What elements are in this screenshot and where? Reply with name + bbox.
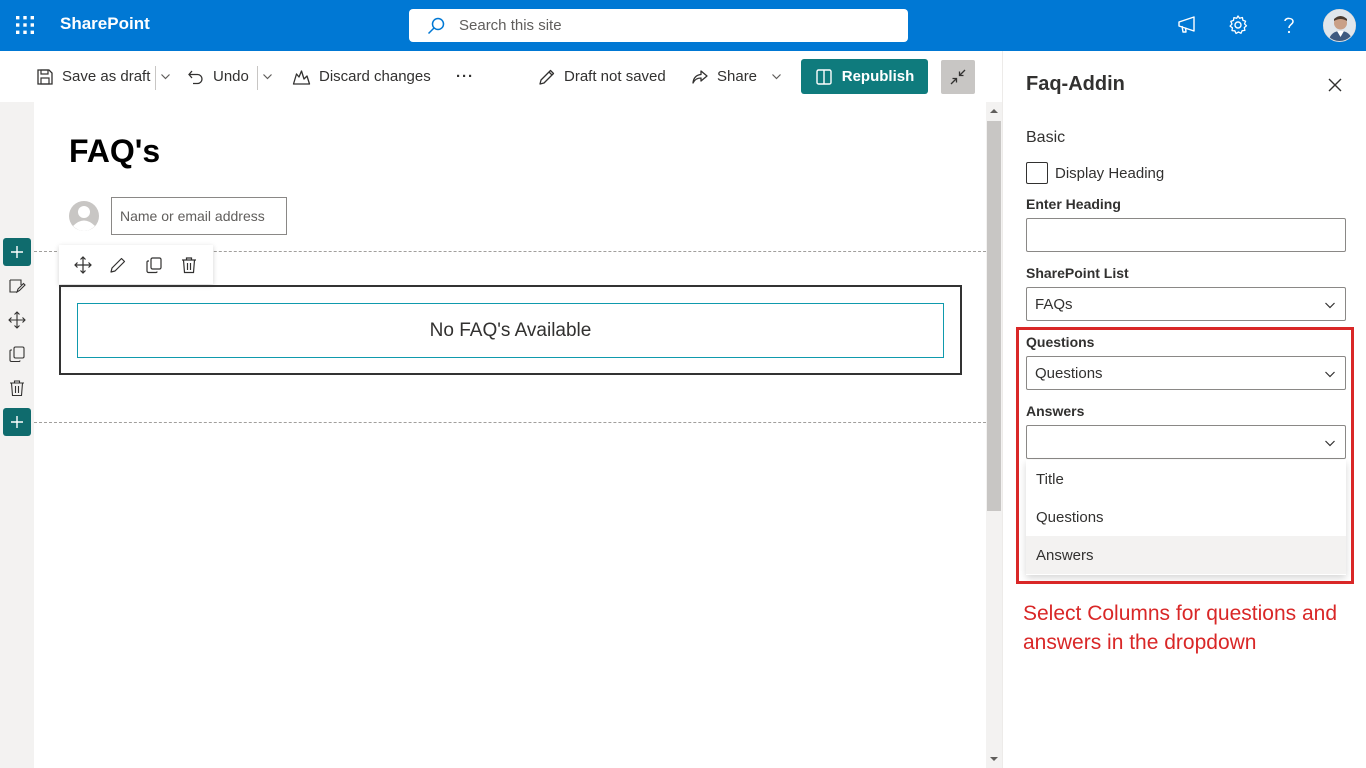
pencil-icon <box>539 69 555 85</box>
save-icon <box>37 68 53 85</box>
collapse-icon <box>950 69 966 85</box>
scroll-down-icon[interactable] <box>986 752 1002 766</box>
enter-heading-label: Enter Heading <box>1026 196 1121 212</box>
heading-text-field[interactable] <box>1026 218 1346 252</box>
scroll-up-icon[interactable] <box>986 104 1002 118</box>
delete-icon[interactable] <box>180 256 198 274</box>
group-title: Basic <box>1026 129 1066 146</box>
display-heading-checkbox[interactable] <box>1026 162 1048 184</box>
search-icon <box>427 17 445 35</box>
delete-icon <box>10 380 24 397</box>
megaphone-icon[interactable] <box>1176 14 1198 36</box>
chevron-down-icon <box>1325 302 1335 309</box>
draft-status: Draft not saved <box>538 51 666 102</box>
search-input[interactable] <box>459 9 889 42</box>
gear-icon[interactable] <box>1227 14 1249 36</box>
highlight-box <box>1016 327 1354 584</box>
display-heading-label[interactable]: Display Heading <box>1055 165 1164 182</box>
share-label: Share <box>717 68 758 85</box>
chevron-down-icon <box>772 74 781 80</box>
book-icon <box>816 68 832 85</box>
sharepoint-list-label: SharePoint List <box>1026 265 1129 281</box>
search-box[interactable] <box>409 9 908 42</box>
section-divider <box>34 422 986 423</box>
command-bar: Save as draft Undo Discard changes ··· D… <box>0 51 1002 102</box>
add-section-button[interactable] <box>3 408 31 436</box>
author-avatar-icon <box>69 201 99 231</box>
chevron-down-icon[interactable] <box>160 71 171 82</box>
separator <box>257 66 258 90</box>
author-input[interactable] <box>111 197 287 235</box>
separator <box>155 66 156 90</box>
sharepoint-list-value: FAQs <box>1035 295 1073 313</box>
move-section-button[interactable] <box>3 306 31 334</box>
edit-pencil-icon[interactable] <box>109 256 127 274</box>
pane-title: Faq-Addin <box>1026 73 1125 95</box>
duplicate-icon <box>9 346 25 363</box>
undo-icon <box>188 70 203 84</box>
suite-bar: SharePoint <box>0 0 1366 51</box>
more-options-label: ··· <box>456 68 474 85</box>
scrollbar-thumb[interactable] <box>987 121 1001 511</box>
brand-name[interactable]: SharePoint <box>60 14 150 34</box>
share-button[interactable]: Share <box>691 51 782 102</box>
edit-section-button[interactable] <box>3 272 31 300</box>
edit-section-icon <box>9 279 26 294</box>
discard-changes-label: Discard changes <box>319 68 431 85</box>
discard-icon <box>292 69 311 85</box>
webpart-toolbar <box>59 245 213 284</box>
annotation-text: Select Columns for questions and answers… <box>1023 602 1338 654</box>
person-photo-icon <box>1324 10 1355 41</box>
page-title[interactable]: FAQ's <box>69 133 160 170</box>
draft-status-label: Draft not saved <box>564 68 666 85</box>
more-options-button[interactable]: ··· <box>456 51 474 102</box>
faq-webpart[interactable]: No FAQ's Available <box>59 285 962 375</box>
plus-icon <box>11 416 23 428</box>
republish-label: Republish <box>841 68 915 85</box>
close-icon[interactable] <box>1325 75 1345 95</box>
sharepoint-list-dropdown[interactable]: FAQs <box>1026 287 1346 321</box>
save-as-draft-button[interactable]: Save as draft <box>36 51 150 102</box>
add-section-button[interactable] <box>3 238 31 266</box>
move-icon <box>8 311 26 329</box>
move-icon[interactable] <box>73 255 92 274</box>
discard-changes-button[interactable]: Discard changes <box>292 51 431 102</box>
collapse-pane-button[interactable] <box>941 60 975 94</box>
duplicate-section-button[interactable] <box>3 340 31 368</box>
user-avatar[interactable] <box>1323 9 1356 42</box>
delete-section-button[interactable] <box>3 374 31 402</box>
plus-icon <box>11 246 23 258</box>
save-as-draft-label: Save as draft <box>62 68 151 85</box>
undo-label: Undo <box>213 68 249 85</box>
republish-button[interactable]: Republish <box>801 59 928 94</box>
app-launcher-icon[interactable] <box>14 14 36 36</box>
chevron-down-icon[interactable] <box>262 71 273 82</box>
empty-faq-message: No FAQ's Available <box>77 303 944 358</box>
help-icon[interactable] <box>1278 14 1300 36</box>
undo-button[interactable]: Undo <box>187 51 249 102</box>
duplicate-icon[interactable] <box>145 256 163 274</box>
share-icon <box>692 69 708 84</box>
